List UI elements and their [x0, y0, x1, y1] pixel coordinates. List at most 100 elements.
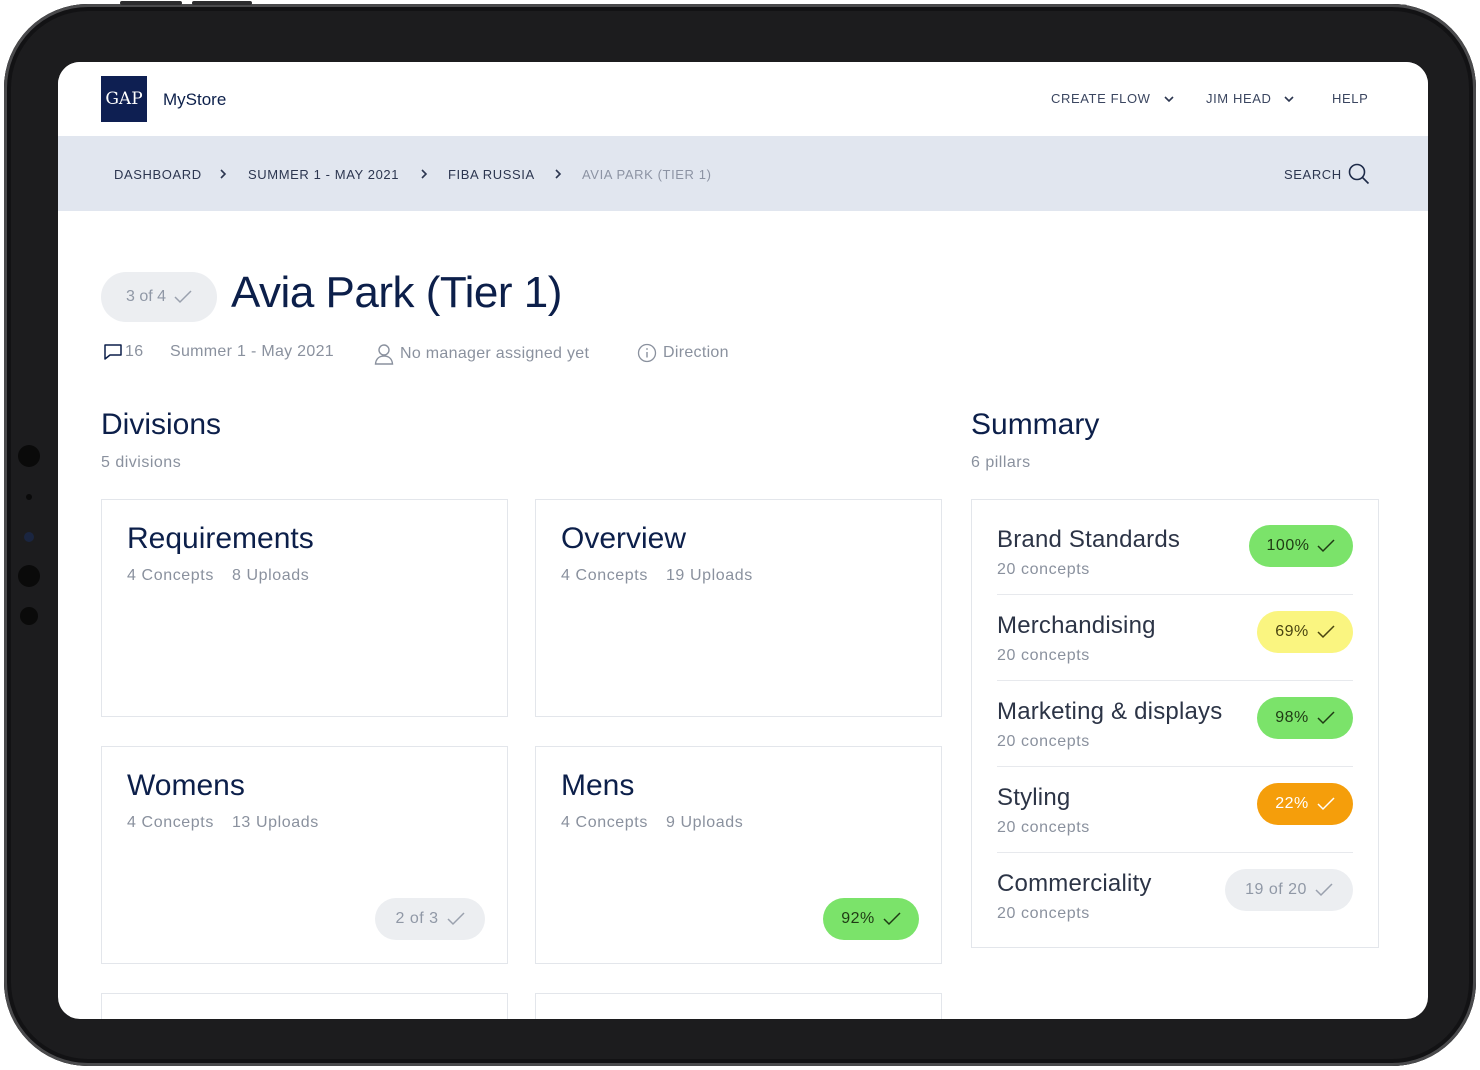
division-card-mens[interactable]: Mens 4 Concepts 9 Uploads 92% [535, 746, 942, 964]
division-progress-text: 92% [841, 910, 875, 927]
pillar-score-badge: 19 of 20 [1225, 869, 1353, 911]
pillar-score-badge: 100% [1249, 525, 1353, 567]
help-link[interactable]: HELP [1332, 91, 1368, 106]
check-icon [174, 290, 192, 304]
division-concepts: 4 Concepts [561, 814, 648, 831]
sensor-dot-1 [18, 445, 40, 467]
sensor-dot-3 [18, 565, 40, 587]
breadcrumb-dashboard[interactable]: DASHBOARD [114, 167, 202, 182]
pillar-name: Styling [997, 784, 1071, 811]
breadcrumb-region[interactable]: FIBA RUSSIA [448, 167, 535, 182]
direction-text: Direction [663, 344, 729, 361]
top-header: GAP MyStore CREATE FLOW JIM HEAD HELP [58, 62, 1428, 136]
sensor-dot-2 [26, 494, 32, 500]
chevron-right-icon [555, 169, 562, 179]
divisions-subtitle: 5 divisions [101, 454, 182, 471]
page-title: Avia Park (Tier 1) [231, 268, 562, 317]
division-card-partial[interactable] [101, 993, 508, 1019]
chevron-down-icon [1284, 95, 1295, 102]
pillar-commerciality[interactable]: Commerciality 20 concepts 19 of 20 [997, 869, 1353, 956]
user-icon [374, 344, 394, 365]
pillar-score-badge: 69% [1257, 611, 1353, 653]
chevron-right-icon [421, 169, 428, 179]
comment-icon [104, 344, 122, 360]
division-card-requirements[interactable]: Requirements 4 Concepts 8 Uploads [101, 499, 508, 717]
pillar-score-text: 98% [1275, 709, 1309, 726]
pillar-merchandising[interactable]: Merchandising 20 concepts 69% [997, 611, 1353, 698]
division-uploads: 8 Uploads [231, 567, 310, 584]
division-card-stats: 4 Concepts 8 Uploads [127, 567, 309, 585]
pillar-concepts: 20 concepts [997, 647, 1090, 664]
pillar-concepts: 20 concepts [997, 733, 1090, 750]
create-flow-menu[interactable]: CREATE FLOW [1051, 91, 1175, 106]
division-card-stats: 4 Concepts 13 Uploads [127, 814, 319, 832]
division-uploads: 9 Uploads [665, 814, 744, 831]
create-flow-label: CREATE FLOW [1051, 91, 1151, 106]
check-icon [883, 912, 901, 926]
volume-button-up [120, 1, 182, 5]
pillar-score-badge: 22% [1257, 783, 1353, 825]
manager-text: No manager assigned yet [400, 345, 590, 362]
breadcrumb-current: AVIA PARK (TIER 1) [582, 167, 712, 182]
direction-link[interactable]: Direction [637, 343, 729, 363]
check-icon [1317, 797, 1335, 811]
pillar-name: Commerciality [997, 870, 1152, 897]
app-screen: GAP MyStore CREATE FLOW JIM HEAD HELP DA… [58, 62, 1428, 1019]
division-card-stats: 4 Concepts 9 Uploads [561, 814, 743, 832]
divisions-title: Divisions [101, 408, 222, 441]
pillar-score-text: 69% [1275, 623, 1309, 640]
camera-lens [24, 532, 34, 542]
pillar-divider [997, 852, 1353, 853]
division-card-womens[interactable]: Womens 4 Concepts 13 Uploads 2 of 3 [101, 746, 508, 964]
search-icon[interactable] [1347, 162, 1371, 186]
user-name-label: JIM HEAD [1206, 91, 1272, 106]
division-card-title: Womens [127, 769, 245, 802]
pillar-concepts: 20 concepts [997, 905, 1090, 922]
division-concepts: 4 Concepts [127, 567, 214, 584]
division-progress-badge: 92% [823, 898, 919, 940]
check-icon [1317, 625, 1335, 639]
volume-button-down [192, 1, 252, 5]
manager-info[interactable]: No manager assigned yet [374, 343, 589, 365]
tablet-frame: GAP MyStore CREATE FLOW JIM HEAD HELP DA… [4, 1, 1476, 1066]
pillar-marketing-displays[interactable]: Marketing & displays 20 concepts 98% [997, 697, 1353, 784]
check-icon [1317, 539, 1335, 553]
breadcrumb-season[interactable]: SUMMER 1 - MAY 2021 [248, 167, 399, 182]
pillar-score-text: 100% [1266, 537, 1310, 554]
pillar-concepts: 20 concepts [997, 561, 1090, 578]
division-concepts: 4 Concepts [561, 567, 648, 584]
division-uploads: 19 Uploads [665, 567, 753, 584]
check-icon [1315, 883, 1333, 897]
summary-title: Summary [971, 408, 1100, 441]
app-name: MyStore [163, 90, 227, 109]
user-menu[interactable]: JIM HEAD [1206, 91, 1295, 106]
division-progress-text: 2 of 3 [395, 910, 439, 927]
season-label: Summer 1 - May 2021 [170, 343, 334, 361]
division-uploads: 13 Uploads [231, 814, 319, 831]
pillar-score-badge: 98% [1257, 697, 1353, 739]
comments-count-value: 16 [125, 343, 144, 360]
chevron-down-icon [1163, 95, 1174, 102]
division-card-title: Overview [561, 522, 687, 555]
summary-panel: Brand Standards 20 concepts 100% Merchan… [971, 499, 1379, 948]
check-icon [446, 912, 465, 926]
gap-logo[interactable]: GAP [101, 76, 147, 122]
comments-count[interactable]: 16 [103, 343, 143, 361]
pillar-styling[interactable]: Styling 20 concepts 22% [997, 783, 1353, 870]
pillar-concepts: 20 concepts [997, 819, 1090, 836]
division-card-title: Requirements [127, 522, 314, 555]
pillar-name: Brand Standards [997, 526, 1181, 553]
pillar-divider [997, 680, 1353, 681]
check-icon [1317, 711, 1335, 725]
pillar-score-text: 19 of 20 [1245, 881, 1307, 898]
breadcrumb: DASHBOARD SUMMER 1 - MAY 2021 FIBA RUSSI… [58, 136, 1428, 211]
division-card-title: Mens [561, 769, 635, 802]
search-button-label[interactable]: SEARCH [1284, 167, 1342, 182]
pillar-brand-standards[interactable]: Brand Standards 20 concepts 100% [997, 525, 1353, 612]
division-card-overview[interactable]: Overview 4 Concepts 19 Uploads [535, 499, 942, 717]
division-progress-badge: 2 of 3 [375, 898, 485, 940]
season-text: Summer 1 - May 2021 [170, 343, 334, 360]
division-card-partial[interactable] [535, 993, 942, 1019]
pillar-divider [997, 766, 1353, 767]
division-concepts: 4 Concepts [127, 814, 214, 831]
